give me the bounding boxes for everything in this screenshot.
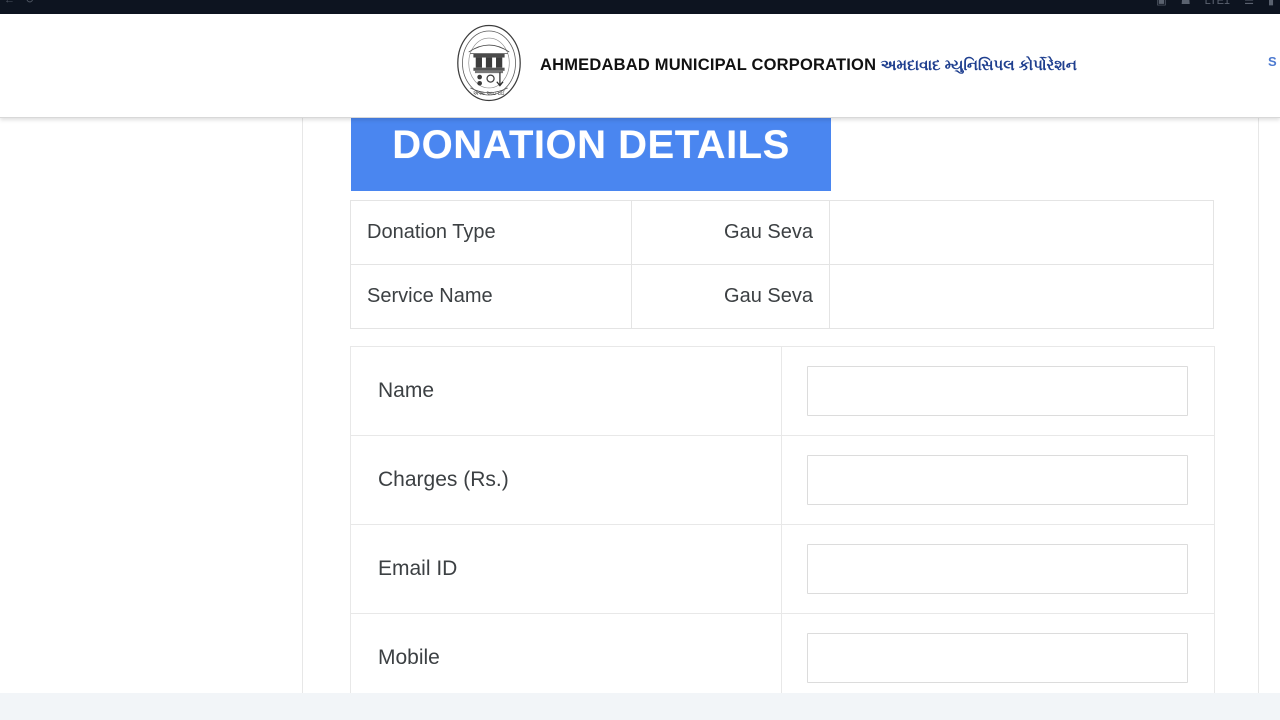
table-row: Charges (Rs.) [350, 435, 1215, 525]
email-input[interactable] [807, 544, 1188, 594]
system-bar-right-group: ▣ ☗ LTE1 ☰ ▮ [1156, 0, 1274, 7]
form-field-cell-charges [781, 435, 1215, 525]
summary-value-donation-type: Gau Seva [631, 200, 830, 265]
signal-icon: ☰ [1244, 0, 1254, 7]
form-field-cell-mobile [781, 613, 1215, 693]
page-body: DONATION DETAILS Donation Type Gau Seva … [0, 118, 1280, 693]
network-label: LTE1 [1204, 0, 1231, 7]
mobile-input[interactable] [807, 633, 1188, 683]
form-field-cell-email [781, 524, 1215, 614]
donation-details-banner: DONATION DETAILS [351, 118, 831, 191]
charges-input[interactable] [807, 455, 1188, 505]
reload-icon[interactable]: ↻ [25, 0, 34, 6]
table-row: Donation Type Gau Seva [350, 200, 1214, 265]
bottom-strip [0, 693, 1280, 720]
donation-summary-table: Donation Type Gau Seva Service Name Gau … [350, 200, 1214, 329]
summary-value-service-name: Gau Seva [631, 264, 830, 329]
site-header: અઆ આઇ ઇઈ AHMEDABAD MUNICIPAL CORPORATION… [0, 14, 1280, 118]
summary-label-service-name: Service Name [350, 264, 632, 329]
back-arrow-icon[interactable]: ← [4, 0, 15, 6]
org-name-english: AHMEDABAD MUNICIPAL CORPORATION [540, 55, 877, 74]
form-label-mobile: Mobile [350, 613, 782, 693]
system-status-bar: ← ↻ ▣ ☗ LTE1 ☰ ▮ [0, 0, 1280, 14]
table-row: Name [350, 346, 1215, 436]
table-row: Email ID [350, 524, 1215, 614]
ahmedabad-municipal-corporation-seal-icon: અઆ આઇ ઇઈ [450, 22, 528, 104]
brand-lockup: અઆ આઇ ઇઈ AHMEDABAD MUNICIPAL CORPORATION… [450, 22, 1077, 104]
shield-icon: ☗ [1180, 0, 1191, 7]
camera-icon: ▣ [1156, 0, 1167, 7]
org-name-gujarati: અમદાવાદ મ્યુનિસિપલ કોર્પોરેશન [880, 56, 1077, 74]
summary-spacer-cell [829, 264, 1214, 329]
left-margin-rail [0, 118, 303, 693]
brand-text-block: AHMEDABAD MUNICIPAL CORPORATION અમદાવાદ … [540, 52, 1077, 75]
donation-form-table: Name Charges (Rs.) Email ID Mobile [350, 346, 1215, 693]
summary-spacer-cell [829, 200, 1214, 265]
system-bar-left-group: ← ↻ [4, 0, 34, 6]
form-field-cell-name [781, 346, 1215, 436]
form-label-charges: Charges (Rs.) [350, 435, 782, 525]
table-row: Service Name Gau Seva [350, 264, 1214, 329]
summary-label-donation-type: Donation Type [350, 200, 632, 265]
header-right-clipped-item[interactable]: S [1268, 52, 1280, 92]
right-margin-rail [1258, 118, 1280, 693]
page-title: DONATION DETAILS [392, 122, 790, 167]
name-input[interactable] [807, 366, 1188, 416]
form-label-name: Name [350, 346, 782, 436]
table-row: Mobile [350, 613, 1215, 693]
svg-text:અઆ આઇ ઇઈ: અઆ આઇ ઇઈ [473, 90, 506, 97]
battery-icon: ▮ [1267, 0, 1274, 7]
donation-content-panel: DONATION DETAILS Donation Type Gau Seva … [304, 118, 1258, 693]
form-label-email: Email ID [350, 524, 782, 614]
